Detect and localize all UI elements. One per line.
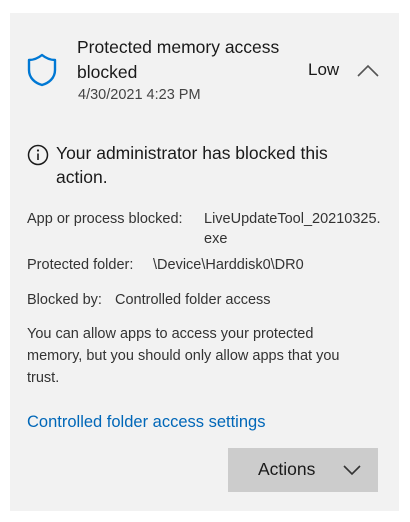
actions-button[interactable]: Actions xyxy=(228,448,378,492)
shield-icon xyxy=(27,53,57,87)
folder-label: Protected folder: xyxy=(27,257,134,273)
detail-app-row: App or process blocked: LiveUpdateTool_2… xyxy=(27,209,387,253)
controlled-folder-access-settings-link[interactable]: Controlled folder access settings xyxy=(27,413,265,432)
detail-folder-row: Protected folder: \Device\Harddisk0\DR0 xyxy=(27,255,387,277)
notification-header[interactable]: Protected memory access blocked 4/30/202… xyxy=(10,13,399,118)
app-value: LiveUpdateTool_20210325.exe xyxy=(204,211,381,247)
chevron-up-icon[interactable] xyxy=(356,61,380,79)
app-label: App or process blocked: xyxy=(27,211,183,227)
advice-text: You can allow apps to access your protec… xyxy=(27,326,340,386)
blocked-by-value: Controlled folder access xyxy=(115,292,271,308)
info-icon xyxy=(27,144,49,166)
severity-label: Low xyxy=(308,60,340,79)
chevron-down-icon xyxy=(343,465,361,476)
notification-timestamp: 4/30/2021 4:23 PM xyxy=(78,87,201,103)
detail-blocked-by-row: Blocked by: Controlled folder access xyxy=(27,290,387,312)
actions-label: Actions xyxy=(258,459,316,479)
folder-value: \Device\Harddisk0\DR0 xyxy=(153,257,304,273)
admin-notice: Your administrator has blocked this acti… xyxy=(56,143,328,187)
notification-title: Protected memory access blocked xyxy=(77,37,280,82)
blocked-by-label: Blocked by: xyxy=(27,292,102,308)
notification-card: Protected memory access blocked 4/30/202… xyxy=(10,13,399,511)
